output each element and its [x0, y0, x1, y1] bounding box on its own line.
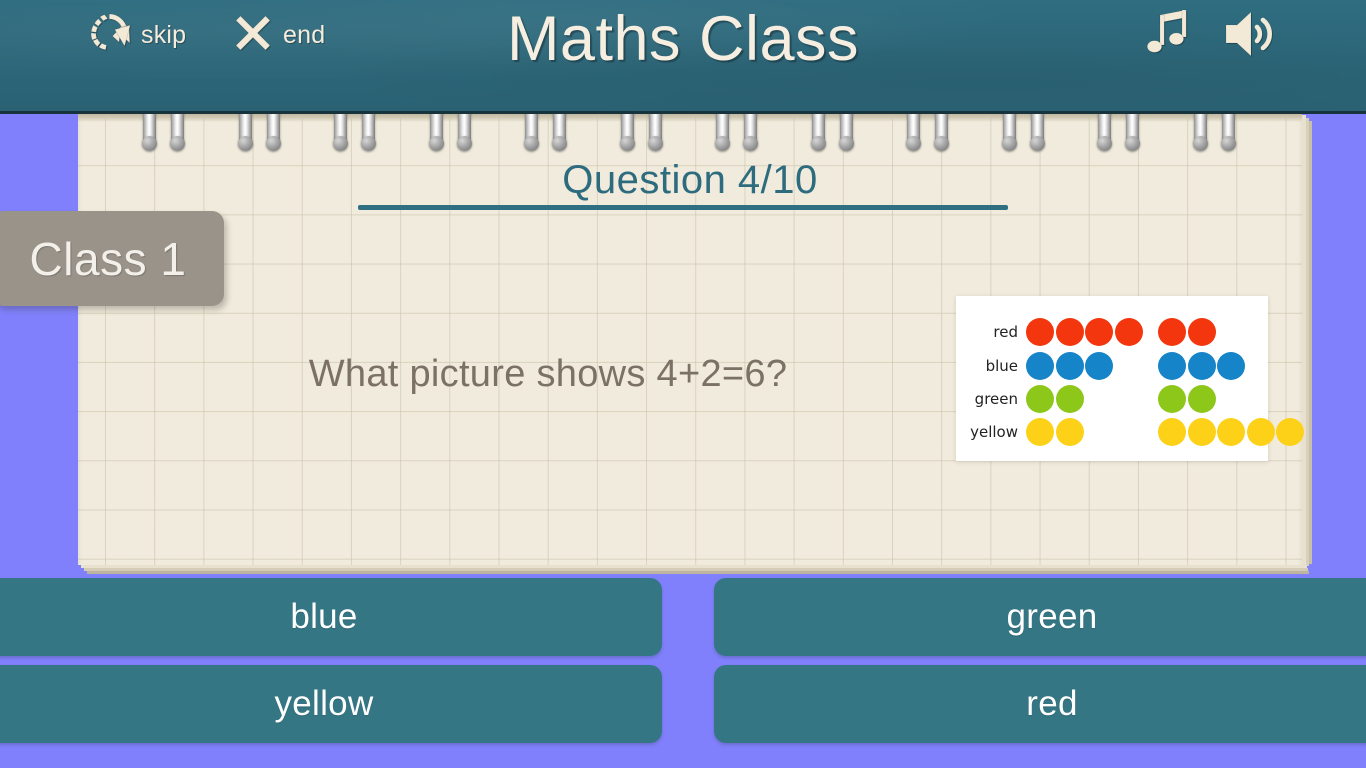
dot-green-left	[1055, 385, 1084, 413]
dot-yellow-right	[1246, 418, 1275, 446]
answer-button-yellow[interactable]: yellow	[0, 665, 662, 743]
dot-row-label: green	[974, 390, 1018, 408]
dot-row-label: blue	[985, 357, 1018, 375]
dot-yellow-right	[1276, 418, 1304, 446]
dot-yellow-right	[1187, 418, 1216, 446]
dot-blue-left	[1026, 352, 1054, 380]
music-note-icon	[1140, 8, 1194, 65]
dot-yellow-left	[1026, 418, 1054, 446]
dot-yellow-left	[1055, 418, 1084, 446]
answer-button-blue[interactable]: blue	[0, 578, 662, 656]
class-tab[interactable]: Class 1	[0, 211, 224, 306]
answer-button-red[interactable]: red	[714, 665, 1366, 743]
answer-options: blue green yellow red	[0, 578, 1366, 768]
page-edge	[87, 571, 1309, 574]
dot-green-left	[1026, 385, 1054, 413]
dot-red-left	[1055, 318, 1084, 346]
speaker-volume-icon	[1222, 4, 1288, 69]
dot-chart-row: blue	[956, 349, 1268, 383]
question-counter: Question 4/10	[562, 158, 818, 202]
game-screen: skip end Maths Class Question 4/10 What …	[0, 0, 1366, 768]
dot-blue-right	[1217, 352, 1245, 380]
dot-chart-row: green	[956, 382, 1268, 416]
dot-yellow-right	[1158, 418, 1186, 446]
dot-row-track	[1026, 415, 1304, 449]
dot-row-track	[1026, 315, 1268, 349]
dot-chart-row: yellow	[956, 415, 1304, 449]
page-edge	[1309, 121, 1312, 564]
dot-blue-right	[1158, 352, 1186, 380]
question-text: What picture shows 4+2=6?	[308, 353, 788, 395]
dot-row-track	[1026, 382, 1268, 416]
answer-label: green	[1006, 597, 1098, 636]
answer-label: yellow	[274, 684, 374, 723]
dot-red-left	[1085, 318, 1113, 346]
notebook: Question 4/10 What picture shows 4+2=6? …	[78, 113, 1312, 574]
dot-blue-left	[1055, 352, 1084, 380]
answer-label: blue	[290, 597, 358, 636]
question-header: Question 4/10	[78, 158, 1302, 203]
dot-green-right	[1187, 385, 1216, 413]
dot-red-left	[1114, 318, 1143, 346]
notebook-paper: Question 4/10 What picture shows 4+2=6? …	[78, 113, 1304, 565]
dot-red-left	[1026, 318, 1054, 346]
dot-green-right	[1158, 385, 1186, 413]
music-toggle-button[interactable]	[1140, 8, 1194, 65]
answer-button-green[interactable]: green	[714, 578, 1366, 656]
class-tab-label: Class 1	[29, 232, 187, 285]
dot-chart-row: red	[956, 315, 1268, 349]
dot-blue-right	[1187, 352, 1216, 380]
sound-toggle-button[interactable]	[1222, 4, 1288, 69]
header-divider	[358, 205, 1008, 210]
dot-row-label: yellow	[970, 423, 1018, 441]
answer-label: red	[1026, 684, 1078, 723]
dot-red-right	[1187, 318, 1216, 346]
dot-chart-panel: red blue green yellow	[956, 296, 1304, 461]
dot-blue-left	[1085, 352, 1113, 380]
dot-red-right	[1158, 318, 1186, 346]
dot-row-label: red	[993, 323, 1018, 341]
dot-row-track	[1026, 349, 1268, 383]
top-header-bar: skip end Maths Class	[0, 0, 1366, 114]
dot-yellow-right	[1217, 418, 1245, 446]
